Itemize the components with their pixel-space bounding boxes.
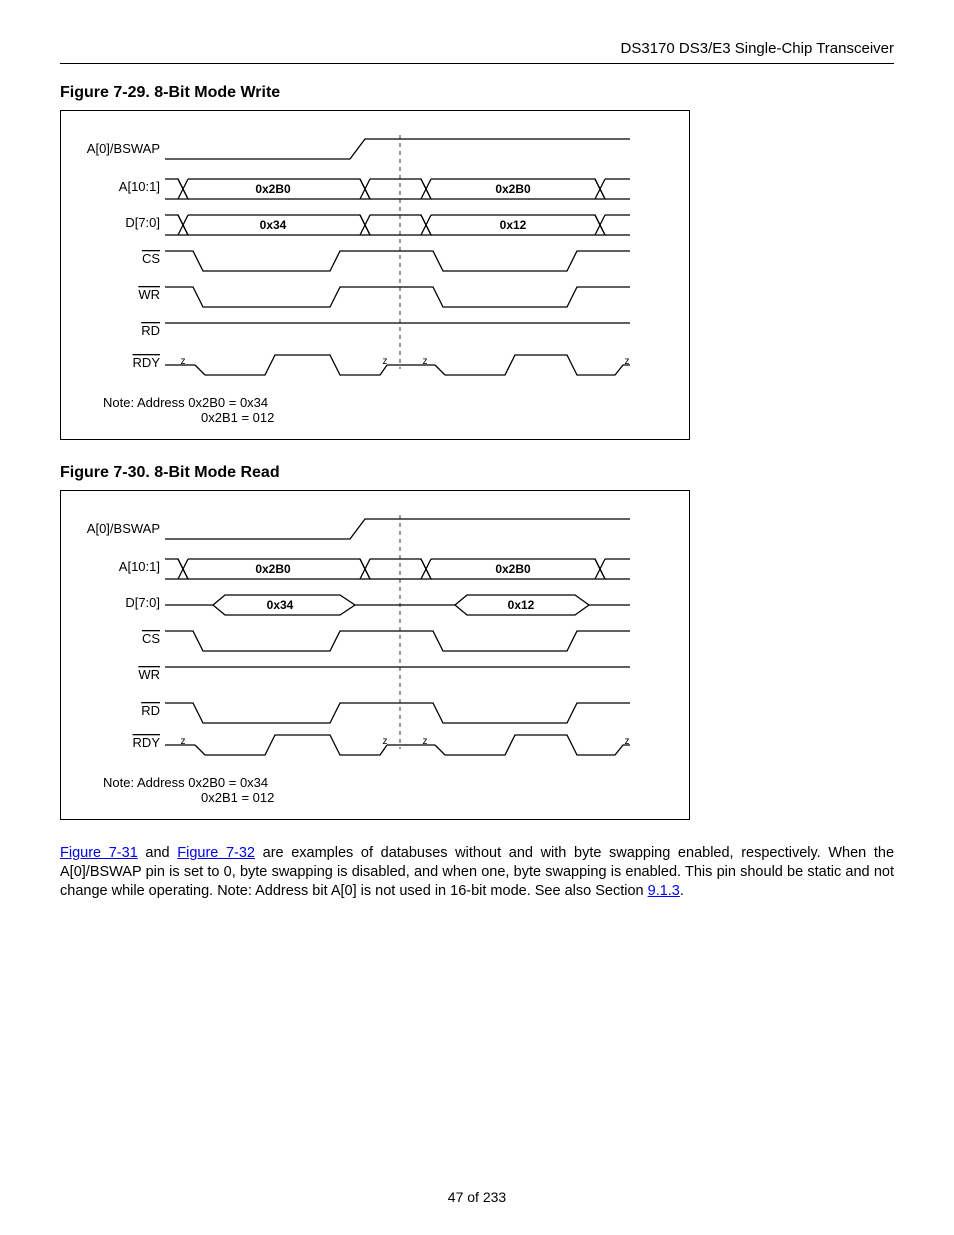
label-cs: CS <box>142 631 160 646</box>
label-addr: A[10:1] <box>119 179 160 194</box>
body-paragraph: Figure 7-31 and Figure 7-32 are examples… <box>60 844 894 901</box>
addr-value-1: 0x2B0 <box>255 562 291 576</box>
timing-diagram-write: A[0]/BSWAP A[10:1] 0x2B0 0x2B0 D[7:0] <box>75 125 645 385</box>
note-line-2: 0x2B1 = 012 <box>201 410 274 425</box>
label-rdy: RDY <box>133 355 161 370</box>
label-rd: RD <box>141 703 160 718</box>
label-data: D[7:0] <box>125 595 160 610</box>
z-label: z <box>181 356 186 367</box>
addr-value-1: 0x2B0 <box>255 182 291 196</box>
label-a0-bswap: A[0]/BSWAP <box>87 521 160 536</box>
figure-29-note: Note: Address 0x2B0 = 0x34 0x2B1 = 012 <box>103 395 675 425</box>
figure-29-diagram: A[0]/BSWAP A[10:1] 0x2B0 0x2B0 D[7:0] <box>60 110 690 440</box>
addr-value-2: 0x2B0 <box>495 562 531 576</box>
page-number: 47 of 233 <box>0 1189 954 1205</box>
figure-30-note: Note: Address 0x2B0 = 0x34 0x2B1 = 012 <box>103 775 675 805</box>
note-line-1: Note: Address 0x2B0 = 0x34 <box>103 775 268 790</box>
z-label: z <box>423 736 428 747</box>
z-label: z <box>383 736 388 747</box>
note-line-2: 0x2B1 = 012 <box>201 790 274 805</box>
z-label: z <box>383 356 388 367</box>
label-rd: RD <box>141 323 160 338</box>
text-span: and <box>138 845 177 861</box>
z-label: z <box>625 736 630 747</box>
timing-diagram-read: A[0]/BSWAP A[10:1] 0x2B0 0x2B0 D[7:0] 0x… <box>75 505 645 765</box>
label-wr: WR <box>138 287 160 302</box>
data-value-1: 0x34 <box>267 598 294 612</box>
label-addr: A[10:1] <box>119 559 160 574</box>
data-value-1: 0x34 <box>260 218 287 232</box>
label-wr: WR <box>138 667 160 682</box>
z-label: z <box>423 356 428 367</box>
label-cs: CS <box>142 251 160 266</box>
label-a0-bswap: A[0]/BSWAP <box>87 141 160 156</box>
z-label: z <box>625 356 630 367</box>
link-section-9-1-3[interactable]: 9.1.3 <box>648 883 680 899</box>
z-label: z <box>181 736 186 747</box>
text-span: . <box>680 883 684 899</box>
label-rdy: RDY <box>133 735 161 750</box>
note-line-1: Note: Address 0x2B0 = 0x34 <box>103 395 268 410</box>
figure-30-diagram: A[0]/BSWAP A[10:1] 0x2B0 0x2B0 D[7:0] 0x… <box>60 490 690 820</box>
label-data: D[7:0] <box>125 215 160 230</box>
page-header: DS3170 DS3/E3 Single-Chip Transceiver <box>60 40 894 64</box>
link-figure-7-32[interactable]: Figure 7-32 <box>177 845 255 861</box>
data-value-2: 0x12 <box>508 598 535 612</box>
data-value-2: 0x12 <box>500 218 527 232</box>
link-figure-7-31[interactable]: Figure 7-31 <box>60 845 138 861</box>
figure-29-title: Figure 7-29. 8-Bit Mode Write <box>60 84 894 102</box>
figure-30-title: Figure 7-30. 8-Bit Mode Read <box>60 464 894 482</box>
addr-value-2: 0x2B0 <box>495 182 531 196</box>
